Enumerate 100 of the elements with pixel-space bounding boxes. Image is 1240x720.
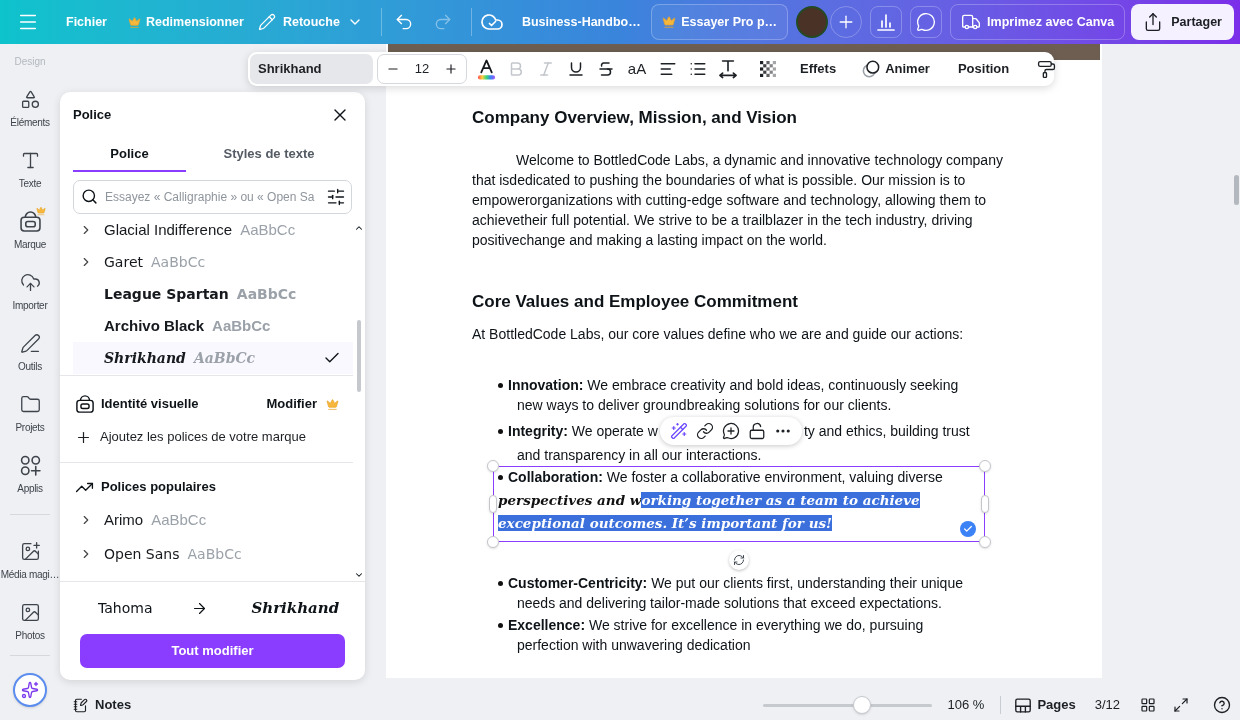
- list-icon[interactable]: [689, 60, 707, 78]
- font-option[interactable]: Garet AaBbCc: [73, 246, 353, 278]
- panel-tab[interactable]: Styles de texte: [186, 138, 352, 172]
- filter-icon[interactable]: [326, 187, 346, 207]
- zoom-level[interactable]: 106 %: [947, 695, 985, 715]
- resize-handle[interactable]: [979, 536, 991, 548]
- rail-item[interactable]: Importer: [1, 258, 59, 319]
- font-option[interactable]: Shrikhand AaBbCc: [73, 342, 353, 374]
- cloud-upload-icon: [19, 272, 41, 293]
- animate-button[interactable]: Animer: [854, 54, 938, 84]
- search-field[interactable]: Essayez « Calligraphie » ou « Open Sa: [73, 180, 352, 214]
- bullet-icon: [498, 581, 503, 586]
- apps-icon: [19, 455, 41, 476]
- add-comment-icon[interactable]: [721, 422, 740, 440]
- intro-text: At BottledCode Labs, our core values define who we are and guide our actions:: [472, 325, 965, 344]
- modify-link[interactable]: Modifier: [266, 394, 317, 414]
- resize-handle[interactable]: [981, 495, 989, 513]
- comments-button[interactable]: [910, 6, 943, 38]
- magic-button[interactable]: [13, 673, 47, 707]
- brand-kit-icon: [19, 211, 41, 232]
- avatar-placeholder[interactable]: [796, 6, 829, 38]
- rotate-handle[interactable]: [729, 550, 749, 570]
- rail-item[interactable]: Éléments: [1, 75, 59, 136]
- cloud-check-icon: [480, 14, 503, 30]
- font-size-field[interactable]: 12: [414, 59, 430, 79]
- grid-view-icon[interactable]: [1140, 697, 1156, 713]
- scrollbar-thumb[interactable]: [1234, 175, 1239, 205]
- page-indicator[interactable]: 3/12: [1094, 695, 1120, 715]
- animate-icon: [862, 60, 881, 78]
- pages-icon: [1015, 697, 1032, 713]
- paint-roller-icon[interactable]: [1036, 59, 1056, 79]
- rail-item[interactable]: Applis: [1, 441, 59, 502]
- current-font: Tahoma: [98, 598, 153, 618]
- bullet-icon: [498, 429, 503, 434]
- font-dropdown[interactable]: Shrikhand: [250, 54, 373, 84]
- zoom-slider[interactable]: [762, 696, 932, 714]
- case-button[interactable]: aA: [621, 54, 653, 84]
- share-button[interactable]: Partager: [1131, 4, 1234, 40]
- pencil-icon: [257, 13, 276, 31]
- magic-wand-icon[interactable]: [669, 422, 688, 440]
- rail-item[interactable]: Marque: [1, 197, 59, 258]
- print-button[interactable]: Imprimez avec Canva: [950, 4, 1126, 40]
- scroll-down-icon[interactable]: [354, 570, 364, 580]
- resize-handle[interactable]: [487, 460, 499, 472]
- rail-item[interactable]: Média magi…: [1, 527, 59, 588]
- font-option[interactable]: Open Sans AaBbCc: [73, 537, 353, 571]
- document-title[interactable]: Business-Handbo…: [517, 5, 645, 39]
- value-text: Collaboration: We foster a collaborative environment, valuing diverse: [508, 468, 944, 487]
- pages-button[interactable]: Pages: [1015, 695, 1076, 715]
- notes-button[interactable]: Notes: [73, 695, 132, 715]
- transparency-icon[interactable]: [760, 61, 776, 77]
- rail-item[interactable]: Projets: [1, 380, 59, 441]
- position-button[interactable]: Position: [947, 54, 1020, 84]
- align-left-icon[interactable]: [659, 60, 677, 78]
- value-text: ty and ethics, building trust: [803, 422, 970, 441]
- scroll-up-icon[interactable]: [354, 223, 364, 233]
- text-color-icon[interactable]: [476, 58, 496, 80]
- bullet-icon: [498, 383, 503, 388]
- panel-tab[interactable]: Police: [73, 138, 186, 172]
- selection-frame[interactable]: Collaboration: We foster a collaborative environment, valuing diverse perspectives and working together as a team to achieve exceptional outcomes. It’s important for us!: [493, 466, 985, 542]
- resize-handle[interactable]: [489, 495, 497, 513]
- resize-handle[interactable]: [487, 536, 499, 548]
- body-paragraph: Welcome to BottledCode Labs, a dynamic and innovative technology company that isdedicated to pushing the boundaries of what is possible. Our mission is to empowerorganizations with cutting-edge software and technology, allowing them to achievetheir full potential. We strive to be a trailblazer in the tech industry, driving positivechange and making a lasting impact on the world.: [472, 151, 1004, 250]
- unlock-icon[interactable]: [747, 422, 766, 440]
- value-text: Excellence: We strive for excellence in everything we do, pursuing perfection with unwavering dedication: [508, 616, 925, 655]
- rail-item[interactable]: Outils: [1, 319, 59, 380]
- font-option[interactable]: Archivo Black AaBbCc: [73, 310, 353, 342]
- underline-icon[interactable]: [567, 60, 585, 78]
- value-text: Integrity: We operate w: [508, 422, 658, 441]
- bullet-icon: [498, 475, 503, 480]
- new-font: Shrikhand: [251, 597, 340, 619]
- value-text: and transparency in all our interactions.: [517, 446, 762, 465]
- rail-item[interactable]: Photos: [1, 588, 59, 649]
- replace-all-button[interactable]: Tout modifier: [80, 634, 345, 668]
- help-icon[interactable]: [1213, 696, 1231, 714]
- font-option[interactable]: Arimo AaBbCc: [73, 503, 353, 537]
- image-icon: [19, 602, 41, 623]
- strikethrough-icon[interactable]: [597, 60, 615, 78]
- add-brand-fonts-button[interactable]: Ajoutez les polices de votre marque: [73, 420, 306, 454]
- rail-item[interactable]: Texte: [1, 136, 59, 197]
- insights-button[interactable]: [870, 6, 903, 38]
- section-title: Identité visuelle: [101, 395, 199, 414]
- bullet-icon: [498, 623, 503, 628]
- crown-icon: [662, 15, 677, 29]
- font-option[interactable]: League Spartan AaBbCc: [73, 278, 353, 310]
- plus-icon[interactable]: [444, 62, 458, 76]
- crown-icon: [326, 397, 339, 411]
- line-spacing-icon[interactable]: [719, 59, 737, 79]
- try-pro-button[interactable]: Essayer Pro p…: [651, 4, 789, 40]
- font-option[interactable]: Glacial Indifference AaBbCc: [73, 214, 353, 246]
- resize-handle[interactable]: [979, 460, 991, 472]
- slider-thumb[interactable]: [853, 696, 872, 714]
- value-text: Customer-Centricity: We put our clients first, understanding their unique needs and delivering tailor-made solutions that exceed expectations.: [508, 574, 964, 613]
- folder-icon: [19, 394, 41, 415]
- effects-button[interactable]: Effets: [790, 54, 847, 84]
- scrollbar-thumb[interactable]: [357, 320, 361, 392]
- rotate-icon: [733, 554, 745, 566]
- section-heading: Company Overview, Mission, and Vision: [472, 108, 798, 128]
- fullscreen-icon[interactable]: [1173, 697, 1189, 713]
- link-icon[interactable]: [695, 422, 714, 440]
